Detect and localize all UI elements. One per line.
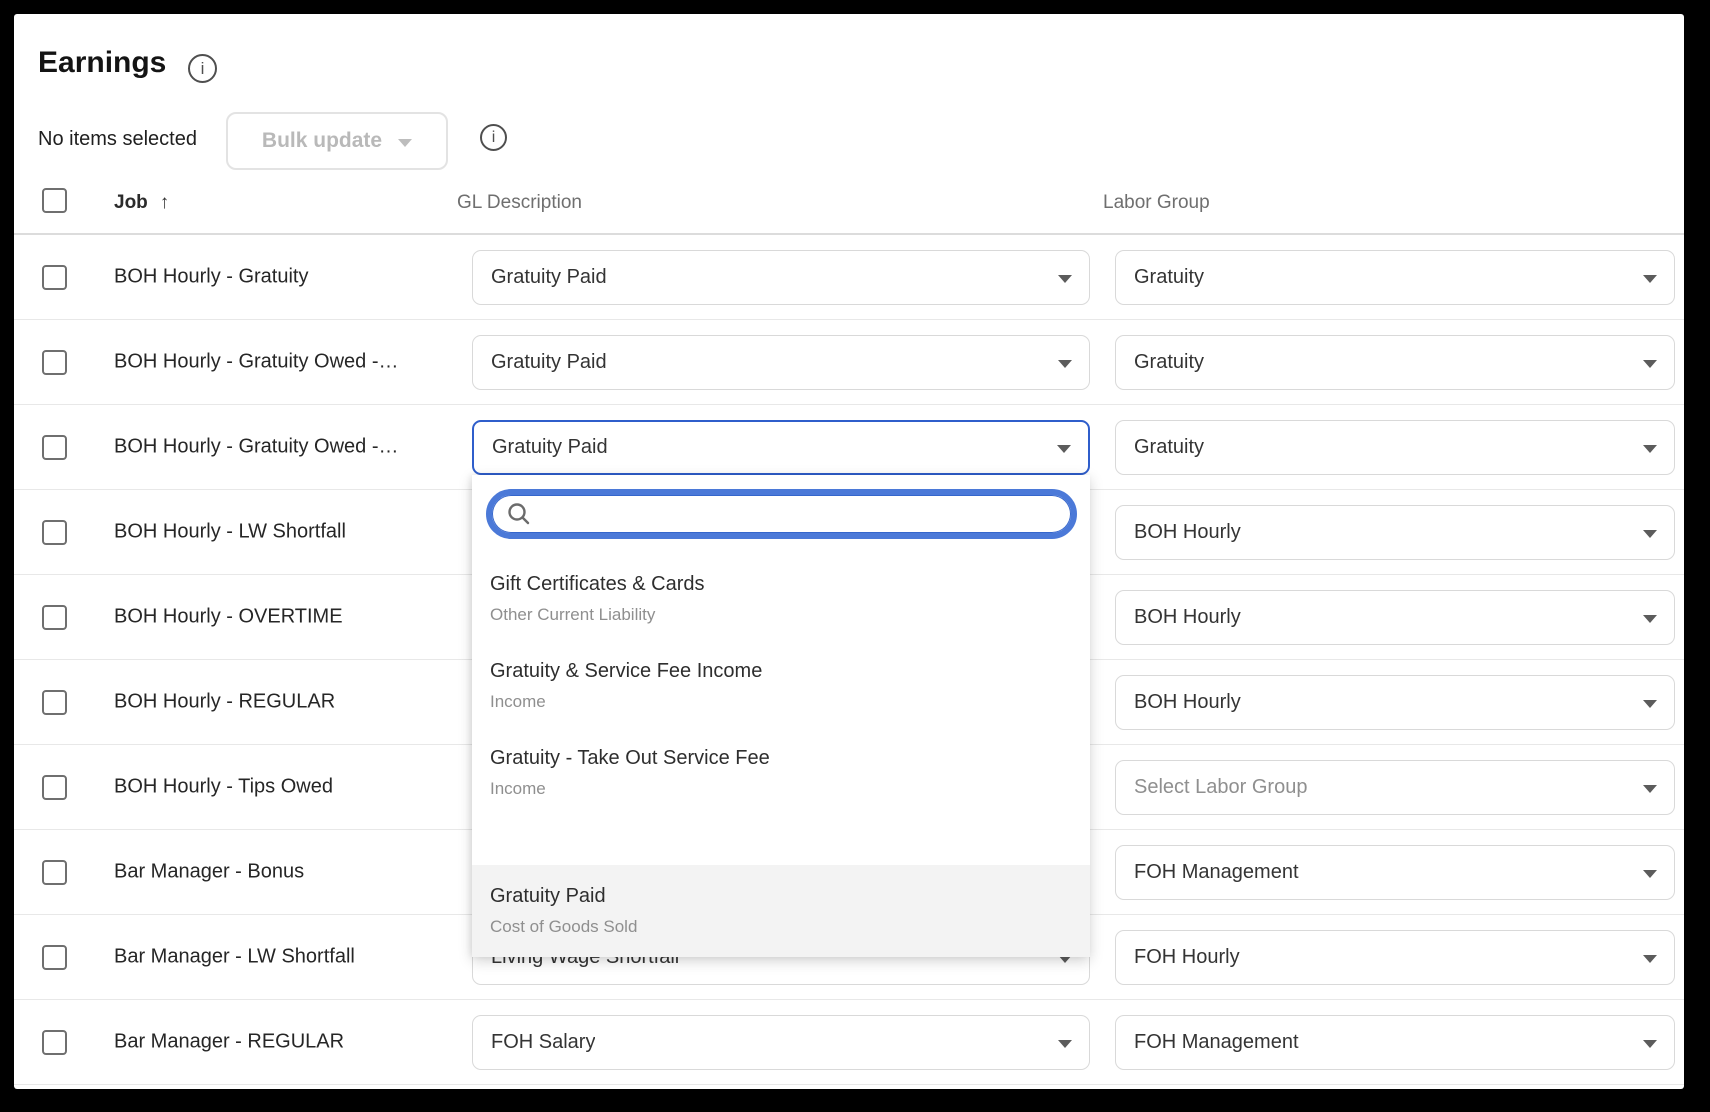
dropdown-option[interactable]: Gratuity & Service Fee Income Income [472, 640, 1090, 727]
labor-select-value: BOH Hourly [1134, 606, 1241, 629]
gl-select[interactable]: Gratuity Paid [472, 250, 1090, 305]
job-label: BOH Hourly - Gratuity Owed -… [114, 351, 399, 374]
chevron-down-icon [1643, 700, 1657, 708]
row-checkbox[interactable] [42, 520, 67, 545]
gl-select-value: Gratuity Paid [491, 351, 607, 374]
labor-select-value: Gratuity [1134, 436, 1204, 459]
labor-select-value: FOH Management [1134, 861, 1299, 884]
labor-select[interactable]: BOH Hourly [1115, 590, 1675, 645]
gl-select-value: Gratuity Paid [492, 436, 608, 459]
labor-select-value: Gratuity [1134, 266, 1204, 289]
chevron-down-icon [1643, 870, 1657, 878]
row-checkbox[interactable] [42, 860, 67, 885]
chevron-down-icon [1643, 360, 1657, 368]
row-checkbox[interactable] [42, 265, 67, 290]
search-icon [506, 501, 532, 527]
table-row: Bar Manager - REGULAR FOH Salary FOH Man… [14, 1000, 1684, 1085]
job-label: BOH Hourly - LW Shortfall [114, 521, 346, 544]
option-account-type: Income [490, 692, 1072, 712]
job-column-label: Job [114, 192, 148, 213]
gl-select-value: FOH Salary [491, 1031, 595, 1054]
labor-select[interactable]: Gratuity [1115, 335, 1675, 390]
labor-select[interactable]: BOH Hourly [1115, 505, 1675, 560]
labor-select-value: BOH Hourly [1134, 521, 1241, 544]
job-label: Bar Manager - Bonus [114, 861, 304, 884]
dropdown-search-input[interactable] [542, 502, 1057, 527]
table-row: BOH Hourly - Gratuity Owed -… Gratuity P… [14, 320, 1684, 405]
gl-select-value: Gratuity Paid [491, 266, 607, 289]
chevron-down-icon [1058, 360, 1072, 368]
option-account-type: Cost of Goods Sold [490, 917, 1072, 937]
column-header-job[interactable]: Job ↑ [114, 192, 169, 214]
labor-select-value: FOH Hourly [1134, 946, 1240, 969]
row-checkbox[interactable] [42, 690, 67, 715]
job-label: BOH Hourly - REGULAR [114, 691, 335, 714]
chevron-down-icon [1643, 530, 1657, 538]
row-checkbox[interactable] [42, 945, 67, 970]
gl-select[interactable]: Gratuity Paid [472, 335, 1090, 390]
labor-select[interactable]: BOH Hourly [1115, 675, 1675, 730]
job-label: Bar Manager - LW Shortfall [114, 946, 355, 969]
dropdown-options-list: Gift Certificates & Cards Other Current … [472, 553, 1090, 957]
option-name: Gratuity Paid [490, 885, 1072, 908]
chevron-down-icon [1058, 275, 1072, 283]
earnings-panel: Earnings i No items selected Bulk update… [14, 14, 1684, 1089]
row-checkbox[interactable] [42, 775, 67, 800]
sort-ascending-icon[interactable]: ↑ [160, 192, 170, 213]
labor-select[interactable]: FOH Management [1115, 845, 1675, 900]
dropdown-search-area [472, 475, 1090, 553]
labor-select-value: BOH Hourly [1134, 691, 1241, 714]
row-checkbox[interactable] [42, 435, 67, 460]
job-label: BOH Hourly - OVERTIME [114, 606, 343, 629]
column-header-labor-group: Labor Group [1103, 192, 1210, 214]
labor-select[interactable]: FOH Management [1115, 1015, 1675, 1070]
chevron-down-icon [1643, 955, 1657, 963]
labor-select[interactable]: Gratuity [1115, 420, 1675, 475]
chevron-down-icon [1643, 615, 1657, 623]
labor-select[interactable]: FOH Hourly [1115, 930, 1675, 985]
labor-select[interactable]: Gratuity [1115, 250, 1675, 305]
row-checkbox[interactable] [42, 605, 67, 630]
gl-options-dropdown: Gift Certificates & Cards Other Current … [472, 475, 1090, 957]
option-account-type: Income [490, 779, 1072, 799]
labor-select[interactable]: Select Labor Group [1115, 760, 1675, 815]
table-header: Job ↑ GL Description Labor Group [14, 14, 1684, 235]
dropdown-search-field[interactable] [486, 489, 1077, 539]
job-label: BOH Hourly - Gratuity [114, 266, 308, 289]
job-label: Bar Manager - REGULAR [114, 1031, 344, 1054]
dropdown-option[interactable]: Gratuity - Take Out Service Fee Income [472, 727, 1090, 814]
chevron-down-icon [1643, 445, 1657, 453]
gl-select[interactable]: Gratuity Paid [472, 420, 1090, 475]
row-checkbox[interactable] [42, 350, 67, 375]
option-account-type: Other Current Liability [490, 605, 1072, 625]
option-name: Gratuity - Take Out Service Fee [490, 747, 1072, 770]
job-label: BOH Hourly - Tips Owed [114, 776, 333, 799]
gl-select[interactable]: FOH Salary [472, 1015, 1090, 1070]
option-name: Gratuity & Service Fee Income [490, 660, 1072, 683]
dropdown-option[interactable]: Gratuity Paid Cost of Goods Sold [472, 865, 1090, 957]
select-all-checkbox[interactable] [42, 188, 67, 213]
chevron-down-icon [1643, 785, 1657, 793]
table-row: BOH Hourly - Gratuity Gratuity Paid Grat… [14, 235, 1684, 320]
chevron-down-icon [1057, 445, 1071, 453]
labor-select-value: FOH Management [1134, 1031, 1299, 1054]
dropdown-option[interactable]: Gift Certificates & Cards Other Current … [472, 553, 1090, 640]
chevron-down-icon [1643, 275, 1657, 283]
labor-select-value: Gratuity [1134, 351, 1204, 374]
labor-select-value: Select Labor Group [1134, 776, 1307, 799]
chevron-down-icon [1643, 1040, 1657, 1048]
job-label: BOH Hourly - Gratuity Owed -… [114, 436, 399, 459]
app-frame: Earnings i No items selected Bulk update… [0, 0, 1710, 1112]
chevron-down-icon [1058, 1040, 1072, 1048]
column-header-gl-description: GL Description [457, 192, 582, 214]
option-name: Gift Certificates & Cards [490, 573, 1072, 596]
row-checkbox[interactable] [42, 1030, 67, 1055]
